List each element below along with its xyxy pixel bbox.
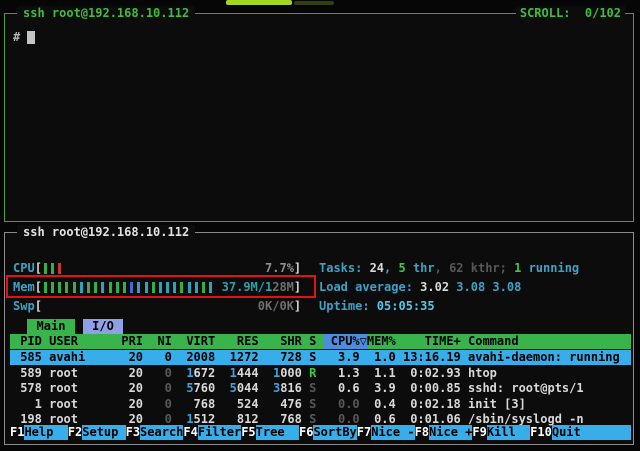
annotation-highlight-mem — [6, 275, 316, 298]
function-key-bar: F1Help F2Setup F3Search F4Filter F5Tree … — [10, 425, 631, 440]
fn-quit[interactable]: F10Quit — [530, 425, 631, 440]
pane-title: ssh root@192.168.10.112 — [17, 225, 195, 240]
col-res: RES — [222, 334, 258, 349]
col-state: S — [309, 334, 316, 349]
swap-meter: Swp[0K/0K] — [13, 299, 301, 314]
col-user: USER — [49, 334, 114, 349]
scroll-indicator: SCROLL: 0/102 — [516, 6, 625, 21]
col-cpu-sorted: CPU% — [324, 334, 360, 349]
fn-search[interactable]: F3Search — [126, 425, 184, 440]
shell-prompt: # — [13, 30, 20, 44]
notification-bar-track — [294, 1, 334, 5]
tasks-summary: Tasks: 24, 5 thr, 62 kthr; 1 running — [319, 261, 579, 276]
col-command: Command — [468, 334, 631, 349]
fn-kill[interactable]: F9Kill — [472, 425, 530, 440]
col-pid: PID — [13, 334, 42, 349]
pane-title: ssh root@192.168.10.112 — [17, 6, 195, 21]
tab-io[interactable]: I/O — [83, 319, 123, 334]
col-mem: MEM% — [367, 334, 396, 349]
col-shr: SHR — [266, 334, 302, 349]
cpu-meter-bar: 7.7% — [42, 261, 294, 276]
load-average: Load average: 3.02 3.08 3.08 — [319, 280, 521, 295]
cpu-meter: CPU[7.7%] — [13, 261, 301, 276]
scroll-value: 0/102 — [585, 6, 621, 20]
shell-prompt-line[interactable]: # — [13, 30, 35, 45]
fn-help[interactable]: F1Help — [10, 425, 68, 440]
col-ni: NI — [150, 334, 172, 349]
fn-sortby[interactable]: F6SortBy — [299, 425, 357, 440]
fn-setup[interactable]: F2Setup — [68, 425, 126, 440]
process-row-selected[interactable]: 585avahi20020081272728S3.91.013:16.19ava… — [10, 350, 631, 365]
process-row[interactable]: 1root200768524476S0.00.40:02.18init [3] — [10, 397, 631, 412]
fn-filter[interactable]: F4Filter — [183, 425, 241, 440]
col-pri: PRI — [121, 334, 143, 349]
text-cursor — [27, 31, 35, 44]
swap-meter-bar: 0K/0K — [42, 299, 294, 314]
notification-bar — [226, 0, 292, 5]
process-row[interactable]: 589root200167214441000R1.31.10:02.93htop — [10, 366, 631, 381]
fn-nice-plus[interactable]: F8Nice + — [415, 425, 473, 440]
uptime: Uptime: 05:05:35 — [319, 299, 435, 314]
process-row[interactable]: 578root200576050443816S0.63.90:00.85sshd… — [10, 381, 631, 396]
sort-down-icon: ▽ — [360, 334, 367, 349]
fn-nice-minus[interactable]: F7Nice - — [357, 425, 415, 440]
top-terminal-pane[interactable]: ssh root@192.168.10.112 SCROLL:0/102 # — [4, 13, 634, 222]
col-time: TIME+ — [403, 334, 461, 349]
tab-main[interactable]: Main — [27, 319, 75, 334]
scroll-label: SCROLL: — [520, 6, 571, 20]
col-virt: VIRT — [179, 334, 215, 349]
fn-tree[interactable]: F5Tree — [241, 425, 299, 440]
bottom-terminal-pane[interactable]: ssh root@192.168.10.112 CPU[7.7%] Mem[37… — [4, 232, 634, 445]
process-table-header[interactable]: PID USER PRI NI VIRT RES SHR S CPU%▽MEM% TIME+ Com… — [10, 334, 631, 349]
